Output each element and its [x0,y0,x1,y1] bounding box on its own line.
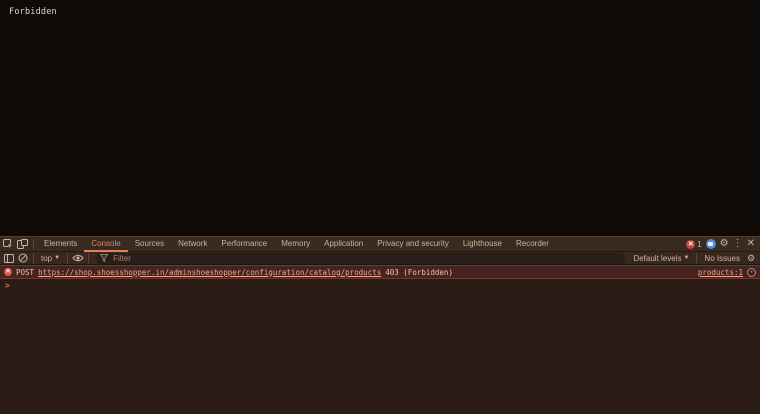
console-filter-box[interactable] [96,253,625,264]
tab-network[interactable]: Network [171,237,214,251]
clear-console-icon[interactable] [17,253,29,264]
browser-page-content: Forbidden [0,0,760,236]
tab-lighthouse[interactable]: Lighthouse [456,237,509,251]
console-prompt[interactable]: > [0,279,760,292]
console-messages: ✕ POST https://shop.shoesshopper.in/admi… [0,265,760,292]
chevron-down-icon: ▼ [683,255,689,261]
live-expression-eye-icon[interactable] [72,253,84,264]
divider [67,253,68,263]
console-error-row: ✕ POST https://shop.shoesshopper.in/admi… [0,265,760,279]
tab-performance[interactable]: Performance [214,237,274,251]
divider [33,239,34,249]
tab-elements[interactable]: Elements [37,237,84,251]
tab-console[interactable]: Console [84,237,127,252]
error-badge-count: 1 [697,240,701,249]
source-location-link[interactable]: products:1 [698,268,743,277]
divider [696,253,697,263]
tab-privacy-and-security[interactable]: Privacy and security [370,237,456,251]
js-context-selector[interactable]: top ▼ [37,254,64,263]
request-method: POST [16,268,34,277]
console-settings-gear-icon[interactable]: ⚙ [745,253,757,264]
devtools-panel: Elements Console Sources Network Perform… [0,236,760,414]
log-levels-label: Default levels [633,254,681,263]
js-context-label: top [41,254,52,263]
page-body-text: Forbidden [9,7,57,17]
divider [33,253,34,263]
console-toolbar-right: Default levels ▼ No Issues ⚙ [629,253,758,264]
tab-application[interactable]: Application [317,237,370,251]
chevron-down-icon: ▼ [54,255,60,261]
ai-assistance-icon[interactable]: ✦ [747,268,756,277]
divider [88,253,89,263]
settings-gear-icon[interactable]: ⚙ [720,239,729,249]
tab-sources[interactable]: Sources [128,237,171,251]
devtools-tabbar: Elements Console Sources Network Perform… [0,237,760,252]
console-filter-input[interactable] [111,253,621,264]
tab-recorder[interactable]: Recorder [509,237,556,251]
console-toolbar: top ▼ Default levels ▼ No Issues ⚙ [0,252,760,265]
device-toolbar-icon[interactable] [16,238,29,251]
blue-extension-icon[interactable] [706,239,716,249]
error-icon: ✕ [4,268,12,276]
tab-memory[interactable]: Memory [274,237,317,251]
issues-counter[interactable]: No Issues [700,254,744,263]
inspect-element-icon[interactable] [1,238,14,251]
response-status: 403 (Forbidden) [385,268,453,277]
filter-funnel-icon [100,254,108,262]
close-devtools-icon[interactable]: ✕ [747,239,755,249]
log-levels-dropdown[interactable]: Default levels ▼ [629,254,693,263]
console-sidebar-icon[interactable] [3,253,15,264]
prompt-chevron-icon: > [5,281,10,290]
error-count-badge[interactable]: ✕ 1 [686,240,701,249]
error-badge-icon: ✕ [686,240,695,249]
request-url-link[interactable]: https://shop.shoesshopper.in/adminshoesh… [38,268,381,277]
tabbar-right-controls: ✕ 1 ⚙ ⋮ ✕ [686,239,760,249]
more-options-icon[interactable]: ⋮ [733,239,743,249]
